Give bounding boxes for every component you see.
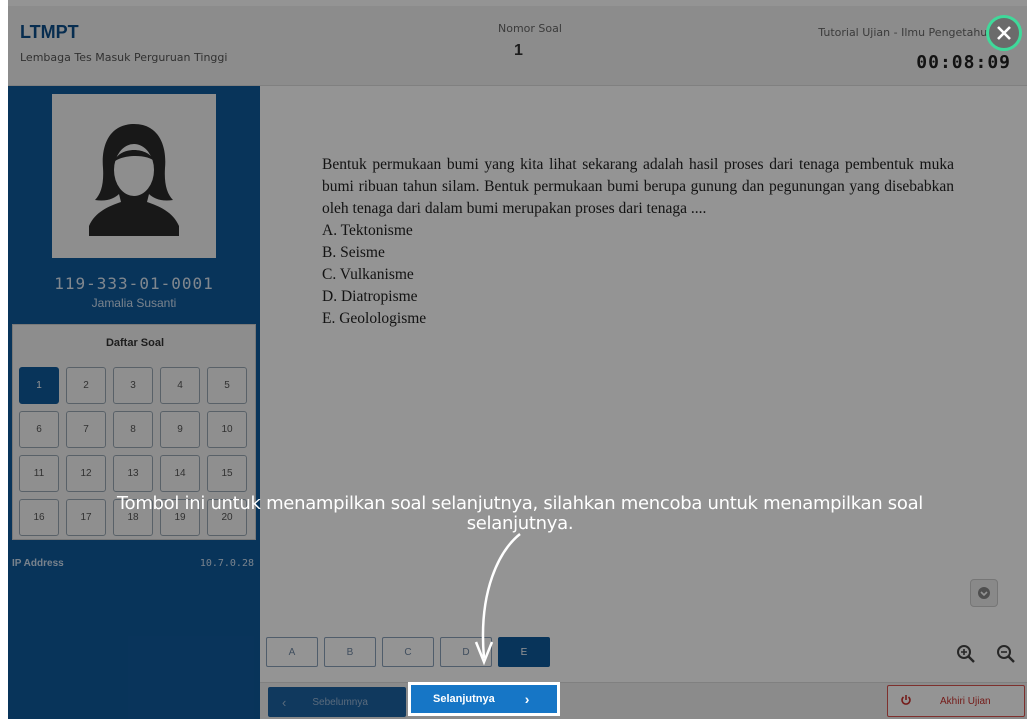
answer-options: A. Tektonisme B. Seisme C. Vulkanisme D. Di…	[322, 220, 954, 330]
tutorial-tooltip: Tombol ini untuk menampilkan soal selanj…	[116, 493, 924, 534]
answer-option: A. Tektonisme	[322, 222, 413, 239]
question-nav-item[interactable]: 14	[160, 455, 200, 492]
zoom-in-button[interactable]	[952, 640, 980, 668]
brand-title: LTMPT	[20, 22, 79, 42]
next-button[interactable]: Selanjutnya ›	[408, 682, 560, 716]
ip-address-label: IP Address	[12, 558, 64, 569]
sidebar: 119-333-01-0001 Jamalia Susanti Daftar S…	[8, 86, 260, 719]
user-silhouette-icon	[89, 124, 179, 236]
chevron-down-icon	[978, 587, 990, 599]
question-list-title: Daftar Soal	[105, 337, 165, 349]
close-tutorial-button[interactable]	[986, 15, 1022, 51]
question-nav-item[interactable]: 4	[160, 367, 200, 404]
question-number: 1	[514, 42, 523, 59]
zoom-in-icon	[957, 645, 975, 663]
question-nav-item[interactable]: 5	[207, 367, 247, 404]
answer-button-b[interactable]: B	[324, 637, 376, 667]
participant-id: 119-333-01-0001	[54, 274, 214, 293]
participant-name: Jamalia Susanti	[91, 296, 177, 310]
ip-address-value: 10.7.0.28	[199, 558, 254, 569]
power-icon	[900, 694, 912, 709]
question-nav-item[interactable]: 10	[207, 411, 247, 448]
avatar	[52, 94, 216, 258]
answer-button-c[interactable]: C	[382, 637, 434, 667]
exam-app: LTMPT Lembaga Tes Masuk Perguruan Tinggi…	[0, 0, 1027, 719]
answer-option: C. Vulkanisme	[322, 266, 414, 283]
zoom-out-icon	[997, 645, 1015, 663]
question-nav-item[interactable]: 9	[160, 411, 200, 448]
question-nav-item[interactable]: 16	[19, 499, 59, 536]
question-nav-item[interactable]: 8	[113, 411, 153, 448]
left-margin	[0, 0, 8, 719]
answer-option: B. Seisme	[322, 244, 385, 261]
scroll-down-button[interactable]	[970, 579, 998, 607]
end-exam-label: Akhiri Ujian	[940, 695, 991, 707]
brand-subtitle: Lembaga Tes Masuk Perguruan Tinggi	[20, 51, 228, 64]
question-content: Bentuk permukaan bumi yang kita lihat se…	[322, 154, 954, 330]
question-nav-item[interactable]: 12	[66, 455, 106, 492]
question-nav-item[interactable]: 7	[66, 411, 106, 448]
question-text: Bentuk permukaan bumi yang kita lihat se…	[322, 156, 954, 217]
question-nav-item[interactable]: 2	[66, 367, 106, 404]
previous-label: Sebelumnya	[312, 696, 368, 708]
previous-button[interactable]: ‹ Sebelumnya	[268, 687, 406, 717]
chevron-right-icon: ›	[524, 691, 530, 707]
question-nav-item[interactable]: 3	[113, 367, 153, 404]
answer-option: D. Diatropisme	[322, 288, 418, 305]
end-exam-button[interactable]: Akhiri Ujian	[887, 685, 1025, 717]
header-bar: LTMPT Lembaga Tes Masuk Perguruan Tinggi…	[8, 6, 1027, 86]
pointer-arrow-icon	[474, 533, 521, 666]
footer-nav: ‹ Sebelumnya Akhiri Ujian	[260, 682, 1027, 719]
answer-button-a[interactable]: A	[266, 637, 318, 667]
chevron-left-icon: ‹	[282, 694, 287, 710]
close-icon	[997, 26, 1011, 40]
answer-option: E. Geolologisme	[322, 310, 427, 327]
next-label: Selanjutnya	[433, 693, 495, 705]
exam-title: Tutorial Ujian - Ilmu Pengetahuan	[818, 26, 1001, 39]
countdown-timer: 00:08:09	[916, 52, 1011, 73]
question-nav-item[interactable]: 11	[19, 455, 59, 492]
question-nav-item[interactable]: 6	[19, 411, 59, 448]
question-number-label: Nomor Soal	[498, 22, 562, 35]
question-nav-item[interactable]: 13	[113, 455, 153, 492]
zoom-out-button[interactable]	[992, 640, 1020, 668]
question-nav-item[interactable]: 1	[19, 367, 59, 404]
question-nav-item[interactable]: 15	[207, 455, 247, 492]
